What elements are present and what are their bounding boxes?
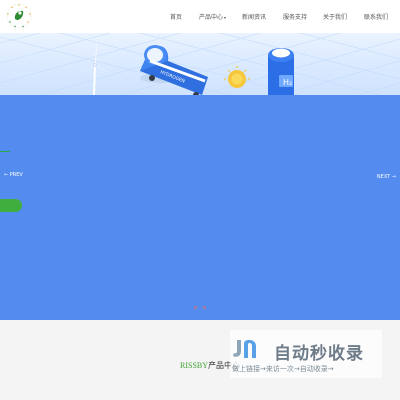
chevron-down-icon: ▾ bbox=[224, 15, 227, 20]
hydrogen-tanker-icon: HYDROGEN bbox=[140, 45, 208, 95]
nav-contact[interactable]: 联系我们 bbox=[364, 12, 388, 21]
hero-illustration: HYDROGEN H₂ bbox=[0, 33, 400, 95]
next-slide-button[interactable]: NEXT → bbox=[377, 174, 396, 180]
hero-banner: ← PREV NEXT → bbox=[0, 95, 400, 320]
nav-support[interactable]: 服务支持 bbox=[283, 12, 307, 21]
hydrogen-cylinder-icon: H₂ bbox=[268, 48, 294, 95]
main-nav: 首页 产品中心▾ 新闻资讯 服务支持 关于我们 联系我们 bbox=[0, 0, 400, 33]
hero-scene: HYDROGEN H₂ bbox=[0, 33, 400, 95]
slider-dot[interactable] bbox=[203, 306, 206, 309]
nav-news[interactable]: 新闻资讯 bbox=[242, 12, 266, 21]
watermark-title: 自动秒收录 bbox=[274, 344, 364, 364]
svg-text:H₂: H₂ bbox=[283, 78, 292, 87]
nav-products-label: 产品中心 bbox=[199, 14, 224, 21]
watermark-logo-icon bbox=[233, 340, 256, 358]
nav-home[interactable]: 首页 bbox=[170, 12, 182, 21]
banner-action-button[interactable] bbox=[0, 199, 22, 212]
prev-slide-button[interactable]: ← PREV bbox=[4, 172, 23, 178]
watermark-subtitle: 做上链接→来访一次→自动收录→ bbox=[232, 365, 334, 373]
section-title-brand: RISSBY bbox=[180, 361, 209, 370]
site-header: 首页 产品中心▾ 新闻资讯 服务支持 关于我们 联系我们 bbox=[0, 0, 400, 33]
accent-line bbox=[0, 151, 10, 152]
nav-products[interactable]: 产品中心▾ bbox=[199, 12, 226, 21]
nav-about[interactable]: 关于我们 bbox=[323, 12, 347, 21]
sun-icon bbox=[224, 66, 250, 88]
slider-dot[interactable] bbox=[194, 306, 197, 309]
watermark-overlay: 自动秒收录 做上链接→来访一次→自动收录→ bbox=[230, 330, 382, 378]
wind-turbine-icon bbox=[78, 37, 113, 95]
